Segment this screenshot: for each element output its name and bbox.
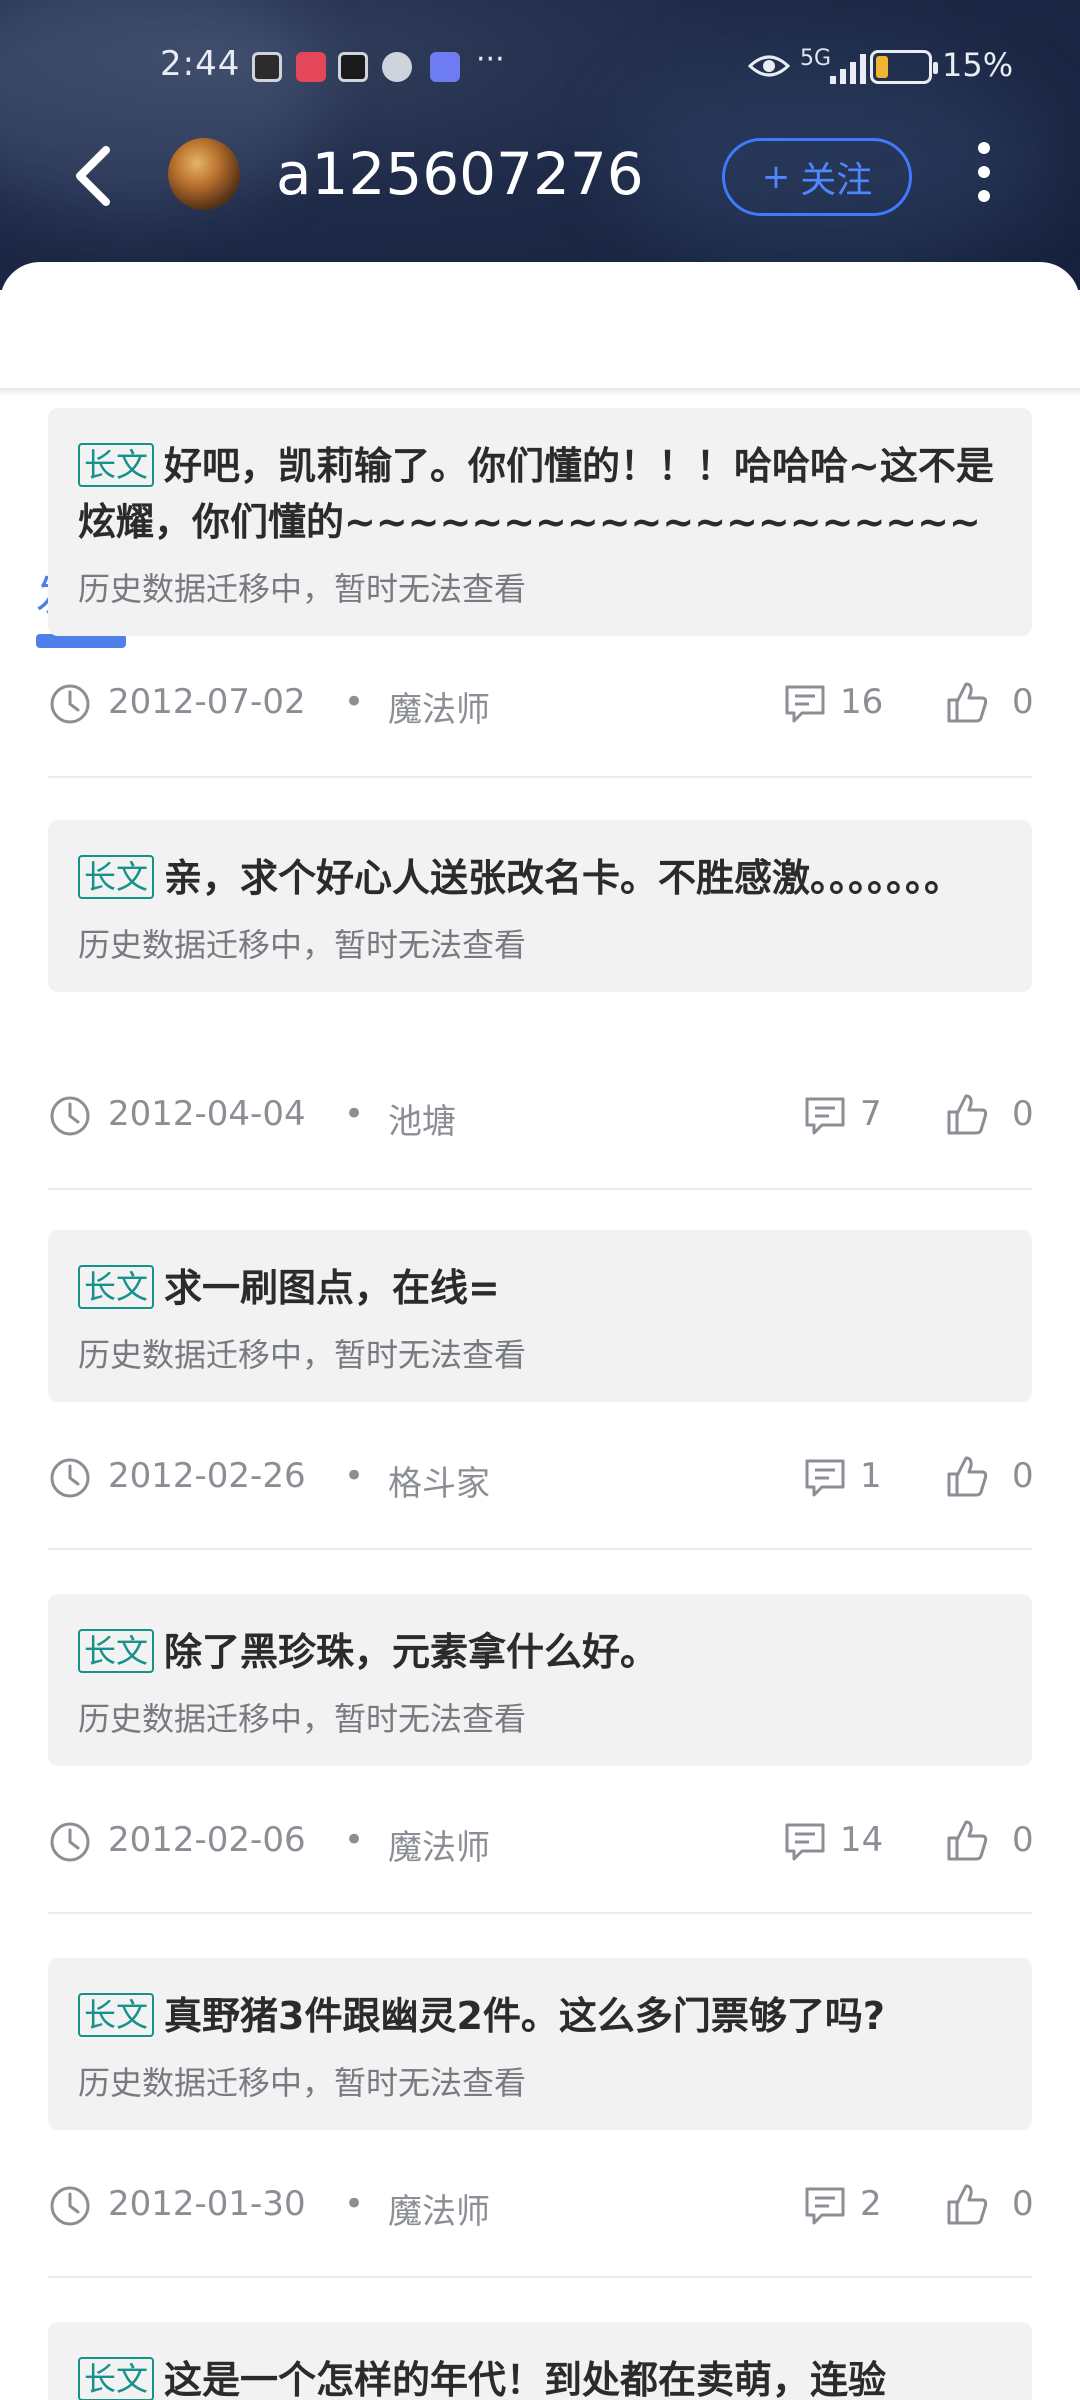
follow-label: 关注	[800, 160, 873, 201]
list-item[interactable]: 长文 亲，求个好心人送张改名卡。不胜感激。。。。。。。 历史数据迁移中，暂时无法查…	[0, 808, 1080, 1190]
battery-percent: 15%	[942, 46, 1014, 84]
thumbs-up-icon[interactable]	[946, 1092, 988, 1136]
network-type: 5G	[800, 46, 832, 71]
book-app-icon	[296, 52, 326, 82]
plus-icon: +	[761, 157, 791, 197]
comment-count: 14	[840, 1820, 884, 1860]
comment-count: 1	[860, 1456, 882, 1496]
post-note: 历史数据迁移中，暂时无法查看	[78, 570, 527, 608]
comment-count: 7	[860, 1094, 882, 1134]
post-note: 历史数据迁移中，暂时无法查看	[78, 1336, 527, 1374]
post-card[interactable]: 长文 好吧，凯莉输了。你们懂的！！！哈哈哈~这不是炫耀，你们懂的~~~~~~~~~…	[48, 408, 1032, 636]
follow-button[interactable]: + 关注	[722, 138, 912, 216]
clock-icon	[50, 1822, 90, 1862]
post-note: 历史数据迁移中，暂时无法查看	[78, 926, 527, 964]
post-date: 2012-02-06	[108, 1820, 306, 1860]
long-post-badge: 长文	[78, 2357, 155, 2400]
thumbs-up-icon[interactable]	[946, 680, 988, 724]
like-count: 0	[1012, 1820, 1034, 1860]
post-title: 长文 好吧，凯莉输了。你们懂的！！！哈哈哈~这不是炫耀，你们懂的~~~~~~~~~…	[78, 443, 994, 544]
clock-icon	[50, 2186, 90, 2226]
post-title: 长文 求一刷图点，在线=	[78, 1260, 1002, 1316]
post-card[interactable]: 长文 除了黑珍珠，元素拿什么好。 历史数据迁移中，暂时无法查看	[48, 1594, 1032, 1766]
back-arrow-icon[interactable]	[66, 140, 122, 212]
wechat-icon	[382, 52, 412, 82]
comment-icon[interactable]	[804, 1458, 846, 1498]
post-card[interactable]: 长文 亲，求个好心人送张改名卡。不胜感激。。。。。。。 历史数据迁移中，暂时无法查…	[48, 820, 1032, 992]
post-category[interactable]: 魔法师	[388, 1820, 490, 1869]
thumbs-up-icon[interactable]	[946, 1818, 988, 1862]
post-date: 2012-01-30	[108, 2184, 306, 2224]
post-title: 长文 亲，求个好心人送张改名卡。不胜感激。。。。。。。	[78, 850, 1002, 906]
post-category[interactable]: 魔法师	[388, 682, 490, 731]
post-meta: 2012-07-02 • 魔法师 16 0	[48, 674, 1034, 734]
clock-icon	[50, 1458, 90, 1498]
like-count: 0	[1012, 1094, 1034, 1134]
post-meta: 2012-01-30 • 魔法师 2 0	[48, 2176, 1034, 2236]
post-meta: 2012-04-04 • 池塘 7 0	[48, 1086, 1034, 1146]
long-post-badge: 长文	[78, 443, 155, 487]
status-time: 2:44	[160, 44, 241, 84]
post-title: 长文 除了黑珍珠，元素拿什么好。	[78, 1624, 1002, 1680]
post-list: 长文 好吧，凯莉输了。你们懂的！！！哈哈哈~这不是炫耀，你们懂的~~~~~~~~~…	[0, 396, 1080, 778]
post-note: 历史数据迁移中，暂时无法查看	[78, 2064, 527, 2102]
comment-icon[interactable]	[804, 2186, 846, 2226]
separator: •	[344, 2184, 365, 2224]
comment-count: 16	[840, 682, 884, 722]
post-meta: 2012-02-26 • 格斗家 1 0	[48, 1448, 1034, 1508]
post-date: 2012-07-02	[108, 682, 306, 722]
status-bar: 2:44 ··· 5G 15%	[0, 0, 1080, 130]
music-app-icon	[430, 52, 460, 82]
comment-icon[interactable]	[804, 1096, 846, 1136]
more-options-icon[interactable]	[966, 142, 1002, 206]
separator: •	[344, 682, 365, 722]
post-note: 历史数据迁移中，暂时无法查看	[78, 1700, 527, 1738]
long-post-badge: 长文	[78, 1629, 155, 1673]
clock-icon	[50, 1096, 90, 1136]
avatar[interactable]	[168, 138, 240, 210]
comment-icon[interactable]	[784, 1822, 826, 1862]
like-count: 0	[1012, 1456, 1034, 1496]
post-title: 长文 真野猪3件跟幽灵2件。这么多门票够了吗?	[78, 1988, 1002, 2044]
long-post-badge: 长文	[78, 1265, 155, 1309]
more-notifications-icon: ···	[476, 42, 505, 77]
thumbs-up-icon[interactable]	[946, 1454, 988, 1498]
post-category[interactable]: 格斗家	[388, 1456, 490, 1505]
long-post-badge: 长文	[78, 855, 155, 899]
comment-count: 2	[860, 2184, 882, 2224]
list-item[interactable]: 长文 好吧，凯莉输了。你们懂的！！！哈哈哈~这不是炫耀，你们懂的~~~~~~~~~…	[0, 396, 1080, 778]
like-count: 0	[1012, 2184, 1034, 2224]
list-item[interactable]: 长文 除了黑珍珠，元素拿什么好。 历史数据迁移中，暂时无法查看 2012-02-0…	[0, 1582, 1080, 1946]
clock-icon	[50, 684, 90, 724]
list-item[interactable]: 长文 求一刷图点，在线= 历史数据迁移中，暂时无法查看 2012-02-26 • …	[0, 1218, 1080, 1582]
post-title: 长文 这是一个怎样的年代！到处都在卖萌，连验	[78, 2352, 1002, 2400]
post-card[interactable]: 长文 这是一个怎样的年代！到处都在卖萌，连验	[48, 2322, 1032, 2400]
separator: •	[344, 1456, 365, 1496]
profile-username: a125607276	[276, 140, 644, 208]
post-card[interactable]: 长文 求一刷图点，在线= 历史数据迁移中，暂时无法查看	[48, 1230, 1032, 1402]
post-category[interactable]: 魔法师	[388, 2184, 490, 2233]
like-count: 0	[1012, 682, 1034, 722]
thumbs-up-icon[interactable]	[946, 2182, 988, 2226]
battery-icon	[870, 50, 938, 84]
separator: •	[344, 1820, 365, 1860]
notebook-app-icon	[338, 52, 368, 82]
comment-icon[interactable]	[784, 684, 826, 724]
long-post-badge: 长文	[78, 1993, 155, 2037]
eye-comfort-icon	[748, 55, 790, 77]
list-item[interactable]: 长文 真野猪3件跟幽灵2件。这么多门票够了吗? 历史数据迁移中，暂时无法查看 20…	[0, 1946, 1080, 2310]
signal-bars-icon	[830, 54, 866, 84]
separator: •	[344, 1094, 365, 1134]
profile-tabs: 发布 评论 赞	[0, 262, 1080, 648]
post-date: 2012-04-04	[108, 1094, 306, 1134]
post-date: 2012-02-26	[108, 1456, 306, 1496]
list-item[interactable]: 长文 这是一个怎样的年代！到处都在卖萌，连验	[0, 2310, 1080, 2400]
post-card[interactable]: 长文 真野猪3件跟幽灵2件。这么多门票够了吗? 历史数据迁移中，暂时无法查看	[48, 1958, 1032, 2130]
post-meta: 2012-02-06 • 魔法师 14 0	[48, 1812, 1034, 1872]
app-notification-icon	[252, 52, 282, 82]
post-category[interactable]: 池塘	[388, 1094, 456, 1143]
